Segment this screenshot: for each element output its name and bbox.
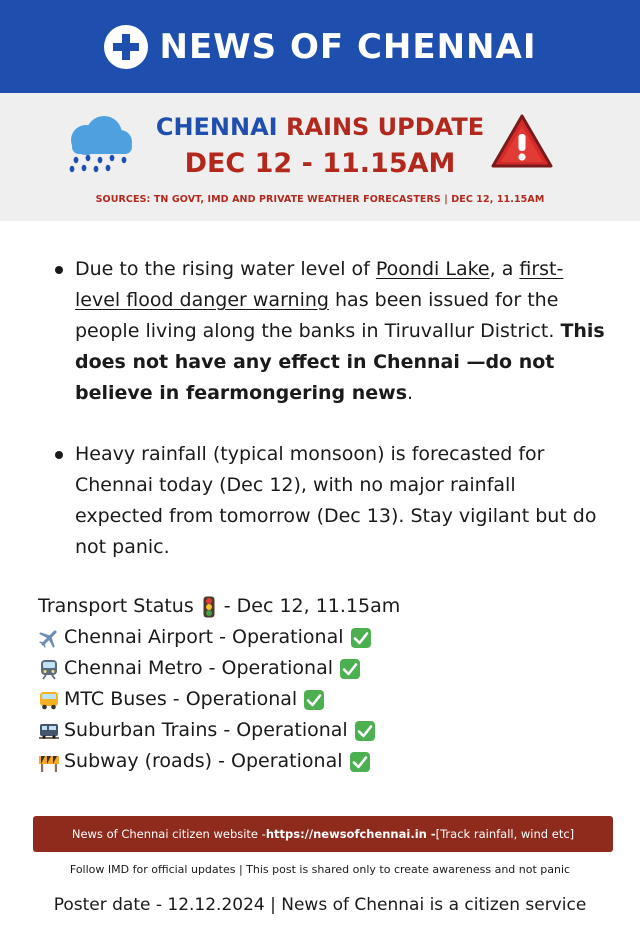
transport-label: Chennai Metro - Operational — [64, 657, 334, 679]
bulletin-text: . — [407, 382, 414, 404]
bulletin-text: Heavy rainfall (typical monsoon) is fore… — [75, 443, 597, 558]
construction-barrier-icon — [38, 751, 60, 773]
transport-row: Suburban Trains - Operational — [38, 715, 598, 746]
metro-train-icon — [38, 658, 60, 680]
transport-row: Chennai Airport - Operational — [38, 622, 598, 653]
bulletin-heavy-rainfall: Heavy rainfall (typical monsoon) is fore… — [52, 439, 607, 563]
poster-date: Poster date - 12.12.2024 | News of Chenn… — [53, 895, 587, 915]
warning-triangle-icon — [491, 114, 553, 168]
bulletin-text: , a — [489, 258, 520, 280]
check-mark-icon — [339, 658, 361, 680]
transport-row: Subway (roads) - Operational — [38, 746, 598, 777]
sources-line: SOURCES: TN GOVT, IMD AND PRIVATE WEATHE… — [95, 194, 545, 205]
check-mark-icon — [349, 751, 371, 773]
transport-label: Chennai Airport - Operational — [64, 626, 344, 648]
brand-name: NEWS OF CHENNAI — [159, 26, 537, 67]
transport-label: Subway (roads) - Operational — [64, 750, 343, 772]
bulletin-list: Due to the rising water level of Poondi … — [52, 254, 607, 563]
transport-heading: Transport Status - Dec 12, 11.15am — [38, 591, 598, 622]
transport-status: Transport Status - Dec 12, 11.15am Chenn… — [38, 591, 598, 777]
website-bar: News of Chennai citizen website - https:… — [33, 816, 613, 852]
transport-row: Chennai Metro - Operational — [38, 653, 598, 684]
brand: NEWS OF CHENNAI — [0, 0, 640, 93]
airplane-icon — [38, 627, 60, 649]
transport-label: Suburban Trains - Operational — [64, 719, 348, 741]
poondi-lake-link[interactable]: Poondi Lake — [376, 258, 490, 280]
website-prefix: News of Chennai citizen website - — [71, 827, 266, 841]
update-title-chennai: CHENNAI — [155, 113, 278, 141]
website-link[interactable]: https://newsofchennai.in - — [266, 827, 436, 841]
disclaimer: Follow IMD for official updates | This p… — [69, 863, 571, 876]
plus-icon — [103, 24, 148, 69]
check-mark-icon — [354, 720, 376, 742]
check-mark-icon — [350, 627, 372, 649]
suburban-train-icon — [38, 720, 60, 742]
bulletin-poondi-lake: Due to the rising water level of Poondi … — [52, 254, 607, 409]
update-title-rains: RAINS UPDATE — [285, 113, 485, 141]
bus-icon — [38, 689, 60, 711]
traffic-light-icon — [198, 596, 220, 618]
website-suffix: [Track rainfall, wind etc] — [435, 827, 575, 841]
transport-row: MTC Buses - Operational — [38, 684, 598, 715]
transport-heading-label: Transport Status — [38, 595, 194, 617]
transport-label: MTC Buses - Operational — [64, 688, 298, 710]
check-mark-icon — [303, 689, 325, 711]
transport-heading-date: - Dec 12, 11.15am — [223, 595, 401, 617]
bulletin-text: Due to the rising water level of — [75, 258, 376, 280]
